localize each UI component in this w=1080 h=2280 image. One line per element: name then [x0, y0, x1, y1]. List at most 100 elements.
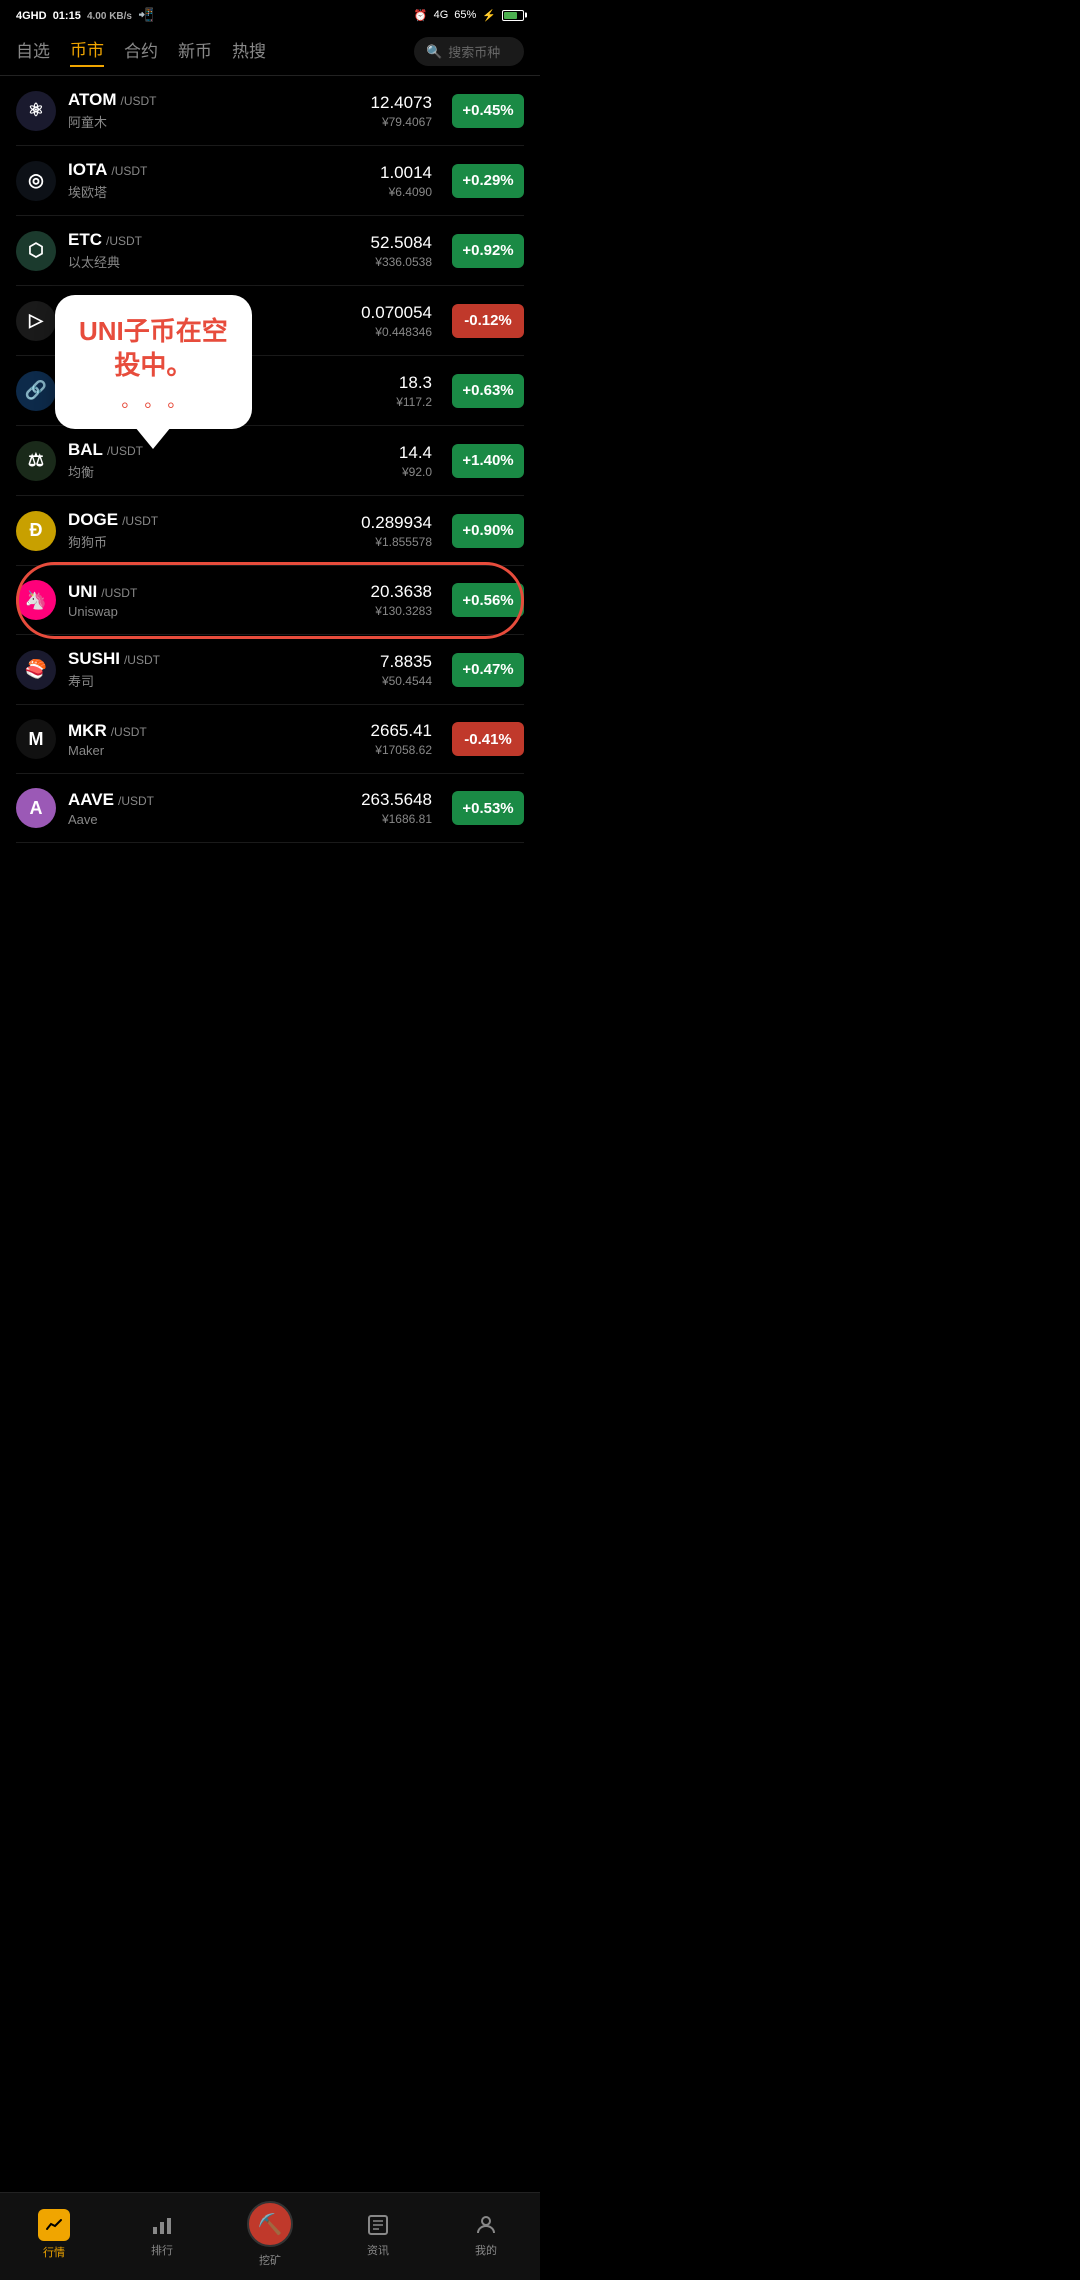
- change-badge-sushi: +0.47%: [452, 653, 524, 687]
- change-badge-uni: +0.56%: [452, 583, 524, 617]
- coin-info-uni: UNI /USDT Uniswap: [68, 582, 359, 619]
- coin-cn-name: 寿司: [68, 671, 368, 690]
- coin-pair: /USDT: [124, 653, 160, 667]
- coin-symbol: AAVE: [68, 790, 114, 810]
- coin-icon-aave: A: [16, 788, 56, 828]
- coin-row-etc[interactable]: ⬡ ETC /USDT 以太经典 52.5084 ¥336.0538 +0.92…: [16, 216, 524, 286]
- coin-row-bal[interactable]: ⚖ BAL /USDT 均衡 14.4 ¥92.0 +1.40%: [16, 426, 524, 496]
- tab-resou[interactable]: 热搜: [232, 37, 266, 66]
- search-box[interactable]: 🔍 搜索币种: [414, 37, 524, 66]
- coin-cn-name: Aave: [68, 812, 349, 827]
- coin-cn-name: 狗狗币: [68, 532, 349, 551]
- coin-price-sushi: 7.8835 ¥50.4544: [380, 652, 432, 688]
- search-icon: 🔍: [426, 44, 442, 60]
- coin-info-bal: BAL /USDT 均衡: [68, 440, 387, 481]
- coin-price-iota: 1.0014 ¥6.4090: [380, 163, 432, 199]
- coin-row-aave[interactable]: A AAVE /USDT Aave 263.5648 ¥1686.81 +0.5…: [16, 774, 524, 843]
- coin-pair: /USDT: [101, 586, 137, 600]
- coin-pair: /USDT: [118, 794, 154, 808]
- coin-row-doge[interactable]: Ð DOGE /USDT 狗狗币 0.289934 ¥1.855578 +0.9…: [16, 496, 524, 566]
- tab-xinbi[interactable]: 新币: [178, 37, 212, 66]
- status-right: ⏰ 4G 65% ⚡: [414, 9, 524, 22]
- coin-info-aave: AAVE /USDT Aave: [68, 790, 349, 827]
- battery-indicator: [502, 10, 524, 21]
- coin-icon-etc: ⬡: [16, 231, 56, 271]
- tab-heyue[interactable]: 合约: [124, 37, 158, 66]
- coin-info-atom: ATOM /USDT 阿童木: [68, 90, 359, 131]
- coin-info-iota: IOTA /USDT 埃欧塔: [68, 160, 368, 201]
- coin-cn-name: 埃欧塔: [68, 182, 368, 201]
- bottom-item-news[interactable]: 资讯: [348, 2211, 408, 2258]
- speech-bubble: UNI子币在空 投中。 。 。 。: [55, 295, 252, 429]
- coin-pair: /USDT: [122, 514, 158, 528]
- coin-price-trx: 0.070054 ¥0.448346: [361, 303, 432, 339]
- coin-row-mkr[interactable]: M MKR /USDT Maker 2665.41 ¥17058.62 -0.4…: [16, 705, 524, 774]
- bottom-item-mining[interactable]: ⛏️ 挖矿: [240, 2201, 300, 2268]
- bottom-label-market: 行情: [43, 2244, 65, 2260]
- coin-icon-mkr: M: [16, 719, 56, 759]
- coin-symbol: BAL: [68, 440, 103, 460]
- change-badge-bal: +1.40%: [452, 444, 524, 478]
- coin-price-etc: 52.5084 ¥336.0538: [371, 233, 432, 269]
- coin-icon-iota: ◎: [16, 161, 56, 201]
- coin-cn-name: Uniswap: [68, 604, 359, 619]
- coin-icon-uni: 🦄: [16, 580, 56, 620]
- coin-icon-atom: ⚛: [16, 91, 56, 131]
- coin-symbol: SUSHI: [68, 649, 120, 669]
- coin-info-doge: DOGE /USDT 狗狗币: [68, 510, 349, 551]
- coin-row-uni[interactable]: 🦄 UNI /USDT Uniswap 20.3638 ¥130.3283 +0…: [16, 566, 524, 635]
- bottom-label-news: 资讯: [367, 2242, 389, 2258]
- bottom-item-mine[interactable]: 我的: [456, 2211, 516, 2258]
- coin-icon-link: 🔗: [16, 371, 56, 411]
- bubble-text-line2: 投中。: [79, 349, 228, 383]
- news-icon: [364, 2211, 392, 2239]
- bubble-text-line1: UNI子币在空: [79, 315, 228, 349]
- coin-icon-sushi: 🍣: [16, 650, 56, 690]
- coin-info-etc: ETC /USDT 以太经典: [68, 230, 359, 271]
- change-badge-etc: +0.92%: [452, 234, 524, 268]
- coin-price-doge: 0.289934 ¥1.855578: [361, 513, 432, 549]
- coin-row-atom[interactable]: ⚛ ATOM /USDT 阿童木 12.4073 ¥79.4067 +0.45%: [16, 76, 524, 146]
- bottom-label-mining: 挖矿: [259, 2252, 281, 2268]
- user-icon: [472, 2211, 500, 2239]
- chart-line-icon: [38, 2209, 70, 2241]
- coin-info-sushi: SUSHI /USDT 寿司: [68, 649, 368, 690]
- bottom-nav: 行情 排行 ⛏️ 挖矿 资讯: [0, 2192, 540, 2280]
- coin-cn-name: Maker: [68, 743, 359, 758]
- search-placeholder: 搜索币种: [448, 42, 500, 61]
- coin-row-sushi[interactable]: 🍣 SUSHI /USDT 寿司 7.8835 ¥50.4544 +0.47%: [16, 635, 524, 705]
- coin-pair: /USDT: [106, 234, 142, 248]
- coin-price-link: 18.3 ¥117.2: [396, 373, 432, 409]
- tab-bishi[interactable]: 币市: [70, 36, 104, 67]
- bottom-item-ranking[interactable]: 排行: [132, 2211, 192, 2258]
- bar-chart-icon: [148, 2211, 176, 2239]
- speech-bubble-overlay: UNI子币在空 投中。 。 。 。: [55, 295, 252, 429]
- change-badge-trx: -0.12%: [452, 304, 524, 338]
- change-badge-mkr: -0.41%: [452, 722, 524, 756]
- coin-price-mkr: 2665.41 ¥17058.62: [371, 721, 432, 757]
- coin-price-uni: 20.3638 ¥130.3283: [371, 582, 432, 618]
- coin-list: ⚛ ATOM /USDT 阿童木 12.4073 ¥79.4067 +0.45%…: [0, 76, 540, 843]
- bottom-label-ranking: 排行: [151, 2242, 173, 2258]
- coin-symbol: IOTA: [68, 160, 107, 180]
- coin-symbol: DOGE: [68, 510, 118, 530]
- coin-pair: /USDT: [120, 94, 156, 108]
- status-bar: 4GHD 01:15 4.00 KB/s 📲 ⏰ 4G 65% ⚡: [0, 0, 540, 28]
- coin-icon-doge: Ð: [16, 511, 56, 551]
- coin-price-aave: 263.5648 ¥1686.81: [361, 790, 432, 826]
- status-network-time: 4GHD 01:15 4.00 KB/s 📲: [16, 7, 154, 23]
- bubble-dots: 。 。 。: [79, 387, 228, 413]
- coin-cn-name: 均衡: [68, 462, 387, 481]
- coin-price-atom: 12.4073 ¥79.4067: [371, 93, 432, 129]
- coin-row-iota[interactable]: ◎ IOTA /USDT 埃欧塔 1.0014 ¥6.4090 +0.29%: [16, 146, 524, 216]
- coin-symbol: MKR: [68, 721, 107, 741]
- coin-pair: /USDT: [111, 725, 147, 739]
- tab-zixuan[interactable]: 自选: [16, 37, 50, 66]
- bottom-label-mine: 我的: [475, 2242, 497, 2258]
- coin-icon-bal: ⚖: [16, 441, 56, 481]
- coin-symbol: ATOM: [68, 90, 116, 110]
- coin-symbol: ETC: [68, 230, 102, 250]
- coin-icon-trx: ▷: [16, 301, 56, 341]
- bottom-item-market[interactable]: 行情: [24, 2209, 84, 2260]
- change-badge-doge: +0.90%: [452, 514, 524, 548]
